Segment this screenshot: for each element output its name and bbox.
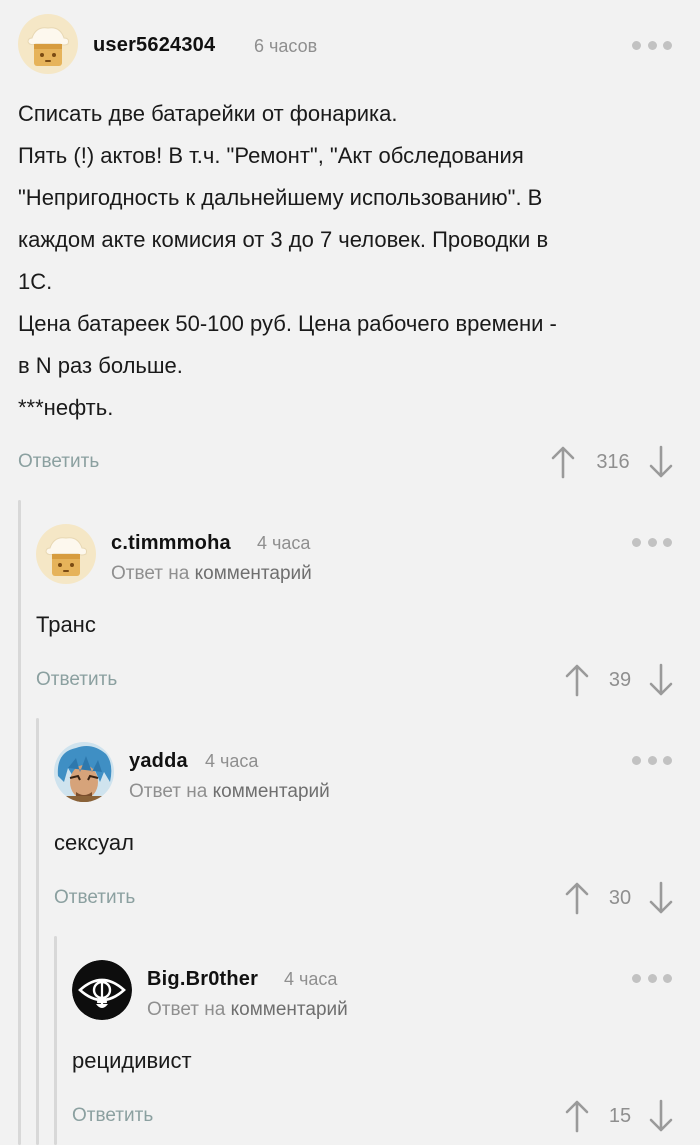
arrow-down-icon[interactable] — [648, 881, 674, 915]
default-cat-avatar-icon — [36, 524, 96, 584]
username[interactable]: yadda — [129, 750, 188, 773]
comment-thread: user5624304 6 часов Списать две батарейк… — [0, 0, 700, 1145]
more-dots-icon[interactable] — [632, 755, 672, 765]
reply-to-prefix: Ответ на — [147, 999, 226, 1020]
comment-header: user5624304 6 часов — [0, 0, 700, 80]
reply-to-label: Ответ на комментарий — [129, 781, 330, 803]
comment-text-line: "Непригодность к дальнейшему использован… — [18, 185, 543, 210]
more-dots-icon[interactable] — [632, 973, 672, 983]
comment-text-line: каждом акте комисия от 3 до 7 человек. П… — [18, 227, 549, 252]
avatar[interactable] — [36, 524, 96, 584]
reply-to-comment-link[interactable]: комментарий — [231, 999, 348, 1020]
comment-text-line: сексуал — [54, 830, 134, 855]
comment-text-line: 1С. — [18, 269, 53, 294]
comment-reply-level-3: Big.Br0ther 4 часа Ответ на комментарий … — [0, 936, 700, 1145]
comment-body: сексуал — [54, 822, 134, 864]
rating-count: 15 — [608, 1105, 632, 1127]
comment-time: 4 часа — [205, 751, 259, 771]
reply-to-prefix: Ответ на — [111, 563, 190, 584]
username[interactable]: c.timmmoha — [111, 532, 231, 555]
more-dots-icon[interactable] — [632, 537, 672, 547]
rating-count: 316 — [596, 451, 630, 473]
comment-body: Списать две батарейки от фонарика. Пять … — [18, 93, 678, 429]
avatar[interactable] — [54, 742, 114, 802]
reply-to-comment-link[interactable]: комментарий — [195, 563, 312, 584]
avatar[interactable] — [72, 960, 132, 1020]
comment-footer: Ответить 15 — [0, 1097, 700, 1137]
comment-reply-level-2: yadda 4 часа Ответ на комментарий сексуа… — [0, 718, 700, 936]
reply-to-label: Ответ на комментарий — [147, 999, 348, 1021]
avatar[interactable] — [18, 14, 78, 74]
arrow-down-icon[interactable] — [648, 445, 674, 479]
comment-reply-level-1: c.timmmoha 4 часа Ответ на комментарий Т… — [0, 500, 700, 718]
username[interactable]: user5624304 — [93, 34, 215, 57]
default-cat-avatar-icon — [18, 14, 78, 74]
arrow-down-icon[interactable] — [648, 1099, 674, 1133]
reply-to-prefix: Ответ на — [129, 781, 208, 802]
comment-time: 6 часов — [254, 36, 318, 56]
arrow-up-icon[interactable] — [564, 663, 590, 697]
comment-time: 4 часа — [257, 533, 311, 553]
reply-to-label: Ответ на комментарий — [111, 563, 312, 585]
arrow-up-icon[interactable] — [564, 881, 590, 915]
comment-text-line: рецидивист — [72, 1048, 192, 1073]
rating-count: 30 — [608, 887, 632, 909]
reply-button[interactable]: Ответить — [18, 451, 99, 473]
comment-footer: Ответить 316 — [0, 443, 700, 483]
comment-text-line: Пять (!) актов! В т.ч. "Ремонт", "Акт об… — [18, 143, 524, 168]
comment-body: рецидивист — [72, 1040, 192, 1082]
comment-text-line: Цена батареек 50-100 руб. Цена рабочего … — [18, 311, 557, 336]
comment-text-line: Списать две батарейки от фонарика. — [18, 101, 398, 126]
comment-footer: Ответить 30 — [0, 879, 700, 919]
comment-body: Транс — [36, 604, 96, 646]
comment-footer: Ответить 39 — [0, 661, 700, 701]
comment-root: user5624304 6 часов Списать две батарейк… — [0, 0, 700, 500]
comment-text-line: Транс — [36, 612, 96, 637]
comment-text-line: в N раз больше. — [18, 353, 183, 378]
reply-button[interactable]: Ответить — [54, 887, 135, 909]
comment-text-line: ***нефть. — [18, 395, 114, 420]
reply-button[interactable]: Ответить — [72, 1105, 153, 1127]
comment-time: 4 часа — [284, 969, 338, 989]
anime-character-avatar-icon — [54, 742, 114, 802]
rating-count: 39 — [608, 669, 632, 691]
arrow-down-icon[interactable] — [648, 663, 674, 697]
more-dots-icon[interactable] — [632, 40, 672, 50]
reply-button[interactable]: Ответить — [36, 669, 117, 691]
reply-to-comment-link[interactable]: комментарий — [213, 781, 330, 802]
arrow-up-icon[interactable] — [550, 445, 576, 479]
eye-logo-avatar-icon — [72, 960, 132, 1020]
arrow-up-icon[interactable] — [564, 1099, 590, 1133]
username[interactable]: Big.Br0ther — [147, 968, 258, 991]
